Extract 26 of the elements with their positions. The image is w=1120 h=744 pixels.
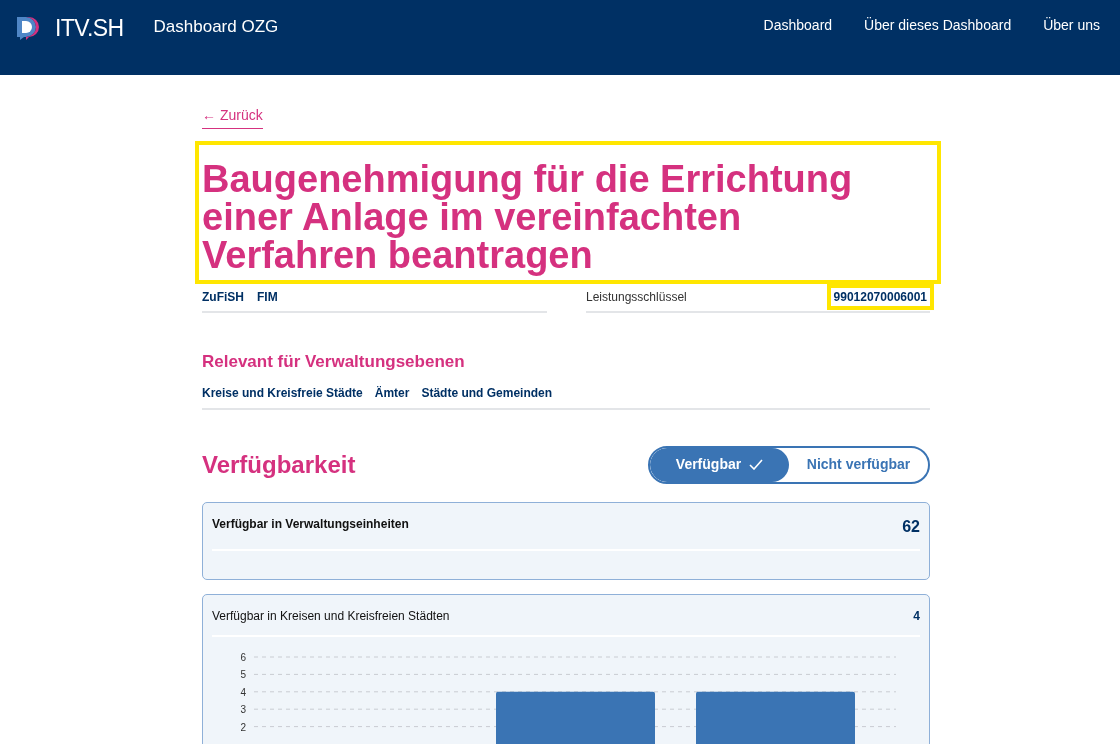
check-icon <box>749 459 764 470</box>
toggle-option[interactable]: Nicht verfügbar <box>789 447 928 482</box>
axis-tick-label: 2 <box>240 721 246 733</box>
back-link[interactable]: ← Zurück <box>202 105 263 129</box>
level-tag: Städte und Gemeinden <box>421 383 553 402</box>
card-title: Verfügbar in Kreisen und Kreisfreien Städten <box>212 607 450 625</box>
source-tag: FIM <box>257 288 278 306</box>
nav-link[interactable]: Dashboard <box>763 15 833 36</box>
section-heading: Verfügbarkeit <box>202 449 356 480</box>
toggle-option[interactable]: Verfügbar <box>650 447 789 482</box>
card-title: Verfügbar in Verwaltungseinheiten <box>212 515 409 533</box>
axis-tick-label: 6 <box>240 651 246 663</box>
key-label: Leistungsschlüssel <box>586 289 687 306</box>
card-count: 4 <box>913 607 920 625</box>
site-title: Dashboard OZG <box>153 16 279 38</box>
axis-tick-label: 5 <box>240 668 246 680</box>
axis-tick-label: 4 <box>240 686 246 698</box>
level-tag: Kreise und Kreisfreie Städte <box>202 383 363 402</box>
axis-tick-label: 3 <box>240 703 246 715</box>
nav-link[interactable]: Über dieses Dashboard <box>864 15 1012 36</box>
nav-link[interactable]: Über uns <box>1043 15 1100 36</box>
source-tag: ZuFiSH <box>202 288 244 306</box>
level-tag: Ämter <box>374 383 410 402</box>
card-count: 62 <box>902 516 920 537</box>
logo-text: ITV.SH <box>55 14 124 43</box>
section-heading: Relevant für Verwaltungsebenen <box>202 351 466 373</box>
